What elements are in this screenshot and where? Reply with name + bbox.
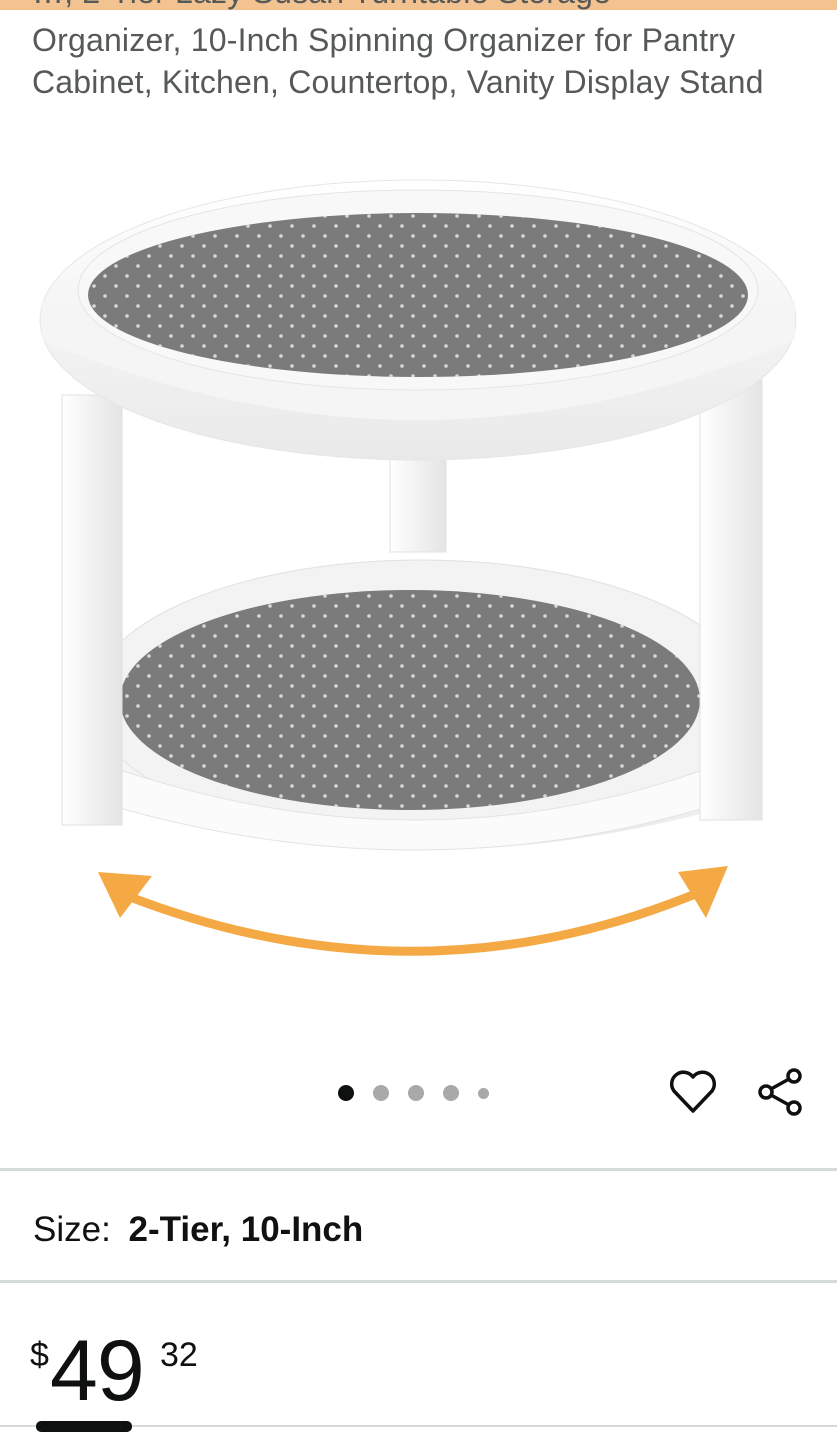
carousel-dot[interactable] xyxy=(373,1085,389,1101)
share-button[interactable] xyxy=(754,1066,808,1118)
divider xyxy=(0,1280,837,1283)
divider xyxy=(0,1168,837,1171)
carousel-dot[interactable] xyxy=(443,1085,459,1101)
rotation-arrow xyxy=(120,885,710,956)
size-selector[interactable]: Size: 2-Tier, 10-Inch xyxy=(33,1206,363,1254)
scroll-indicator xyxy=(36,1421,132,1432)
carousel-dot[interactable] xyxy=(478,1087,489,1099)
size-value: 2-Tier, 10-Inch xyxy=(128,1210,364,1249)
price-whole: 49 xyxy=(50,1323,145,1419)
favorite-button[interactable] xyxy=(666,1066,720,1118)
image-carousel-dots[interactable] xyxy=(338,1082,508,1104)
product-title-line: Organizer, 10-Inch Spinning Organizer fo… xyxy=(32,22,736,58)
carousel-dot[interactable] xyxy=(338,1085,354,1101)
product-title-line: Cabinet, Kitchen, Countertop, Vanity Dis… xyxy=(32,64,764,100)
price-fraction: 32 xyxy=(160,1336,198,1374)
size-label: Size: xyxy=(33,1210,111,1249)
product-title[interactable]: …, 2-Tier Lazy Susan Turntable Storage O… xyxy=(32,0,822,110)
product-image[interactable] xyxy=(0,120,837,1040)
heart-icon xyxy=(669,1070,717,1113)
price-currency-symbol: $ xyxy=(30,1336,49,1374)
share-icon xyxy=(758,1068,802,1116)
carousel-dot[interactable] xyxy=(408,1085,424,1101)
product-title-line: …, 2-Tier Lazy Susan Turntable Storage xyxy=(32,0,611,12)
